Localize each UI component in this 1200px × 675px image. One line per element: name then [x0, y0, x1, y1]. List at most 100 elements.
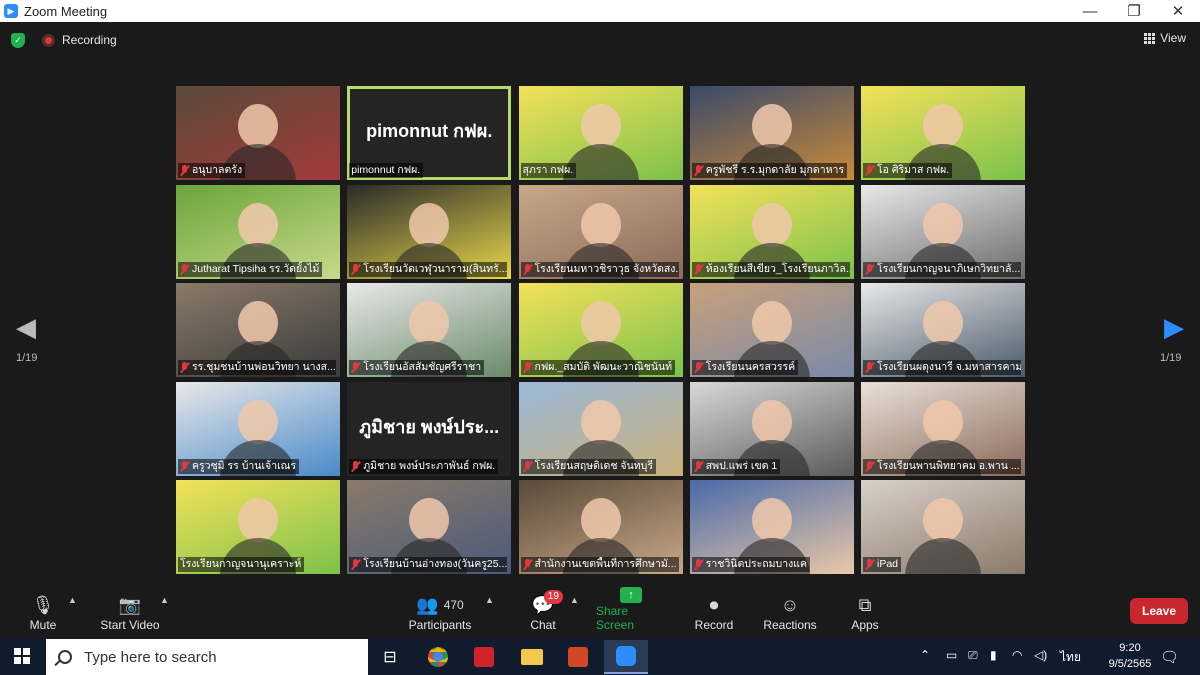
- participant-name-caption: สุภรา กฟผ.: [520, 163, 577, 178]
- participant-name-caption: โรงเรียนนครสวรรค์: [691, 360, 799, 375]
- tray-chevron-icon[interactable]: ⌃: [920, 648, 930, 662]
- apps-label: Apps: [851, 618, 879, 632]
- video-tile[interactable]: โรงเรียนบ้านอ่างทอง(วันครู25...: [347, 480, 512, 574]
- tray-network-icon[interactable]: ▭: [946, 648, 957, 662]
- record-button[interactable]: ⏺ Record: [694, 585, 734, 638]
- task-view-icon[interactable]: ⊟: [368, 640, 412, 674]
- participant-name: โรงเรียนกาญจนานุเคราะห์: [180, 558, 302, 570]
- participant-name: โรงเรียนมหาวชิราวุธ จังหวัดสง...: [534, 262, 679, 275]
- view-button[interactable]: View: [1144, 31, 1186, 45]
- participant-name-caption: อนุบาลตรัง: [178, 163, 246, 178]
- window-titlebar: ▶ Zoom Meeting — ❐ ✕: [0, 0, 1200, 22]
- video-tile[interactable]: ครูวชุมิ รร บ้านเจ้าเณร: [176, 381, 340, 476]
- video-tile[interactable]: รร.ชุมชนบ้านพ่อนวิทยา นางส...: [176, 283, 340, 377]
- previous-page-arrow-icon[interactable]: ◀: [16, 312, 36, 343]
- video-tile[interactable]: ห้องเรียนสีเขียว_โรงเรียนภาวิล...: [689, 184, 854, 279]
- participant-silhouette: [580, 104, 621, 148]
- taskbar-clock[interactable]: 9:20 9/5/2565: [1104, 640, 1156, 672]
- video-tile[interactable]: สำนักงานเขตพื้นที่การศึกษามั...: [518, 480, 683, 574]
- video-tile[interactable]: โรงเรียนพานพิทยาคม อ.พาน ...: [861, 381, 1025, 476]
- maximize-button[interactable]: ❐: [1112, 0, 1156, 22]
- muted-mic-icon: [865, 362, 874, 373]
- participant-name: โรงเรียนวัดเวฬุวนาราม(สินทรั...: [363, 262, 508, 275]
- record-label: Record: [694, 618, 734, 632]
- participant-name-caption: โรงเรียนผดุงนารี จ.มหาสารคาม: [863, 360, 1021, 375]
- video-tile[interactable]: ครูพัชรี ร.ร.มุกดาลัย มุกดาหาร: [689, 86, 854, 180]
- participant-name: อนุบาลตรัง: [192, 164, 243, 176]
- video-tile[interactable]: โรงเรียนผดุงนารี จ.มหาสารคาม: [861, 283, 1025, 377]
- next-page-arrow-icon[interactable]: ▶: [1164, 312, 1184, 343]
- participant-name-caption: iPad: [863, 557, 902, 572]
- video-tile[interactable]: โรงเรียนกาญจนานุเคราะห์: [176, 480, 340, 574]
- close-button[interactable]: ✕: [1156, 0, 1200, 22]
- tray-device-icon[interactable]: ⎚: [968, 648, 978, 663]
- start-video-button[interactable]: 📷 Start Video: [98, 585, 162, 638]
- video-tile[interactable]: ราชวินิตประถมบางแค: [689, 480, 854, 574]
- share-screen-button[interactable]: ↑ Share Screen: [596, 585, 666, 638]
- participant-name: สพป.แพร่ เขต 1: [705, 459, 778, 472]
- video-tile[interactable]: ภูมิชาย พงษ์ประ... ภูมิชาย พงษ์ประภาพันธ์…: [347, 381, 512, 476]
- windows-start-icon[interactable]: [14, 648, 30, 664]
- video-options-chevron-icon[interactable]: ▲: [160, 595, 169, 605]
- taskbar-search-box[interactable]: Type here to search: [46, 639, 368, 675]
- apps-button[interactable]: ⧉ Apps: [850, 585, 880, 638]
- participant-name: โอ ศิริมาส กฟผ.: [877, 164, 950, 176]
- tray-mic-icon[interactable]: ▮: [990, 648, 997, 662]
- video-tile[interactable]: โรงเรียนอัสสัมชัญศรีราชา: [347, 283, 512, 377]
- participant-silhouette: [238, 301, 278, 345]
- participant-silhouette: [580, 498, 621, 542]
- muted-mic-icon: [180, 263, 189, 275]
- share-screen-label: Share Screen: [596, 604, 635, 632]
- chrome-icon[interactable]: [416, 640, 460, 674]
- participant-silhouette: [923, 301, 963, 345]
- minimize-button[interactable]: —: [1068, 0, 1112, 22]
- video-tile[interactable]: โรงเรียนกาญจนาภิเษกวิทยาลั...: [861, 184, 1025, 279]
- tray-wifi-icon[interactable]: ◠: [1012, 648, 1022, 662]
- muted-mic-icon: [694, 559, 703, 570]
- chat-options-chevron-icon[interactable]: ▲: [570, 595, 579, 605]
- zoom-taskbar-icon[interactable]: [604, 640, 648, 674]
- video-tile[interactable]: อนุบาลตรัง: [176, 86, 340, 180]
- zoom-logo-icon: ▶: [4, 4, 18, 18]
- chat-icon: 💬 19: [532, 590, 563, 618]
- video-tile[interactable]: โรงเรียนวัดเวฬุวนาราม(สินทรั...: [347, 184, 512, 279]
- microphone-icon: 🎙: [31, 594, 55, 615]
- participant-name-caption: สพป.แพร่ เขต 1: [691, 458, 781, 474]
- tray-volume-icon[interactable]: ◁): [1034, 648, 1047, 662]
- recording-label: Recording: [62, 33, 117, 47]
- video-tile[interactable]: สุภรา กฟผ.: [518, 86, 683, 180]
- video-tile[interactable]: โรงเรียนสฤษดิเดช จันทบุรี: [518, 381, 683, 476]
- powerpoint-icon[interactable]: [556, 640, 600, 674]
- video-tile[interactable]: โรงเรียนนครสวรรค์: [689, 283, 854, 377]
- participant-silhouette: [923, 399, 963, 444]
- video-tile[interactable]: pimonnut กฟผ. pimonnut กฟผ.: [347, 86, 512, 180]
- notification-icon[interactable]: 🗨: [1160, 648, 1179, 666]
- meeting-topbar: [0, 22, 1200, 58]
- file-explorer-icon[interactable]: [510, 640, 554, 674]
- video-tile[interactable]: โอ ศิริมาส กฟผ.: [861, 86, 1025, 180]
- audio-options-chevron-icon[interactable]: ▲: [68, 595, 77, 605]
- leave-button[interactable]: Leave: [1130, 598, 1188, 624]
- video-tile[interactable]: โรงเรียนมหาวชิราวุธ จังหวัดสง...: [518, 184, 683, 279]
- tray-language[interactable]: ไทย: [1060, 648, 1081, 667]
- participants-options-chevron-icon[interactable]: ▲: [485, 595, 494, 605]
- security-shield-icon[interactable]: ✓: [11, 33, 25, 48]
- muted-mic-icon: [180, 460, 189, 472]
- reactions-button[interactable]: ☺ Reactions: [763, 585, 816, 638]
- video-tile[interactable]: iPad: [861, 480, 1025, 574]
- mute-button[interactable]: 🎙 Mute: [26, 585, 60, 638]
- participant-silhouette: [751, 104, 792, 148]
- participant-name: ภูมิชาย พงษ์ประภาพันธ์ กฟผ.: [363, 459, 496, 472]
- chat-button[interactable]: 💬 19 Chat: [528, 585, 563, 638]
- participant-silhouette: [751, 301, 792, 345]
- participants-button[interactable]: 👥 470 Participants: [408, 585, 472, 638]
- video-off-icon: 📷: [118, 594, 142, 615]
- video-tile[interactable]: สพป.แพร่ เขต 1: [689, 381, 854, 476]
- video-tile[interactable]: Jutharat Tipsiha รร.วัดยั้งไม้: [176, 184, 340, 279]
- participant-name: สำนักงานเขตพื้นที่การศึกษามั...: [534, 558, 677, 570]
- video-tile[interactable]: กฟผ._สมบัติ พัฒนะวาณิชนันท์: [518, 283, 683, 377]
- participant-name: iPad: [877, 558, 899, 570]
- video-gallery: อนุบาลตรัง pimonnut กฟผ. pimonnut กฟผ. สุภร…: [176, 86, 1025, 574]
- acrobat-icon[interactable]: [462, 640, 506, 674]
- search-placeholder: Type here to search: [84, 648, 217, 666]
